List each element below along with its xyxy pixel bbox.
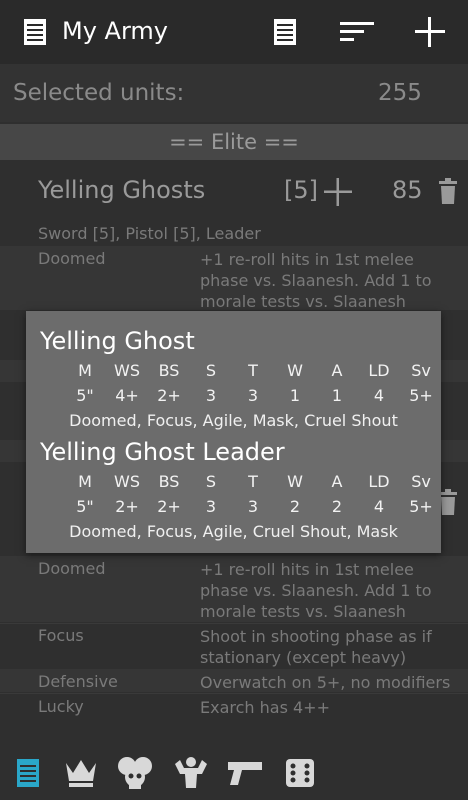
stat-value: 3 (247, 497, 259, 516)
stat-header: W (287, 361, 303, 380)
profile-abilities: Doomed, Focus, Agile, Cruel Shout, Mask (69, 522, 398, 541)
profile-name: Yelling Ghost (40, 327, 195, 355)
rule-text: Overwatch on 5+, no modifiers (200, 673, 451, 692)
stat-value: 3 (205, 386, 217, 405)
stat-value: 4 (373, 386, 385, 405)
profile-name: Yelling Ghost Leader (40, 438, 285, 466)
stat-value: 1 (289, 386, 301, 405)
stat-value: 2+ (115, 497, 139, 516)
stat-header: BS (158, 361, 180, 380)
stat-header: S (205, 361, 217, 380)
strength-icon[interactable] (172, 756, 210, 790)
unit-wargear: Sword [5], Pistol [5], Leader (38, 224, 261, 243)
unit-name[interactable]: Yelling Ghosts (38, 176, 205, 204)
stat-header: M (78, 361, 92, 380)
section-header-label: == Elite == (169, 130, 299, 154)
skulls-icon[interactable] (116, 754, 154, 792)
stat-value: 2+ (157, 386, 181, 405)
list-icon[interactable] (14, 757, 42, 789)
stat-value: 2+ (157, 497, 181, 516)
stat-header: W (287, 472, 303, 491)
stat-header: BS (158, 472, 180, 491)
rule-name: Defensive (38, 672, 118, 691)
stat-header: Sv (411, 472, 431, 491)
trash-icon[interactable] (438, 177, 458, 205)
stat-header: A (331, 361, 343, 380)
stat-value: 4 (373, 497, 385, 516)
app-title: My Army (62, 17, 168, 45)
stat-value: 3 (247, 386, 259, 405)
rule-text: Exarch has 4++ (200, 698, 330, 717)
add-icon[interactable] (414, 16, 446, 48)
list-icon[interactable] (22, 18, 48, 46)
add-model-icon[interactable] (322, 176, 354, 208)
stat-header: A (331, 472, 343, 491)
crown-icon[interactable] (64, 756, 98, 790)
selected-units-label: Selected units: (13, 80, 185, 106)
stat-value: 4+ (115, 386, 139, 405)
selected-units-value: 255 (378, 80, 422, 106)
stat-header: WS (114, 472, 140, 491)
stat-value: 5+ (409, 386, 433, 405)
rule-text: Shoot in shooting phase as if stationary… (200, 627, 432, 667)
stat-header: M (78, 472, 92, 491)
stat-header: LD (368, 472, 390, 491)
dice-icon[interactable] (284, 757, 316, 789)
rule-name: Doomed (38, 559, 106, 578)
rule-name: Lucky (38, 697, 84, 716)
section-header[interactable]: == Elite == (0, 124, 468, 160)
stat-value: 1 (331, 386, 343, 405)
stat-header: T (248, 472, 258, 491)
stat-header: S (205, 472, 217, 491)
document-icon[interactable] (272, 18, 298, 46)
stat-header: T (248, 361, 258, 380)
stat-value: 3 (205, 497, 217, 516)
stat-header: Sv (411, 361, 431, 380)
rule-name: Doomed (38, 249, 106, 268)
rule-name: Focus (38, 626, 84, 645)
stat-value: 2 (331, 497, 343, 516)
unit-count: [5] (284, 176, 318, 204)
stat-value: 5" (76, 386, 94, 405)
stat-value: 2 (289, 497, 301, 516)
sort-icon[interactable] (340, 20, 376, 44)
rule-text: +1 re-roll hits in 1st melee phase vs. S… (200, 250, 432, 311)
stat-value: 5" (76, 497, 94, 516)
profile-popup[interactable]: Yelling Ghost M WS BS S T W A LD Sv 5" 4… (26, 311, 441, 553)
stat-header: WS (114, 361, 140, 380)
rule-text: +1 re-roll hits in 1st melee phase vs. S… (200, 560, 432, 621)
stat-header: LD (368, 361, 390, 380)
unit-points: 85 (392, 176, 423, 204)
pistol-icon[interactable] (226, 759, 264, 787)
stat-value: 5+ (409, 497, 433, 516)
profile-abilities: Doomed, Focus, Agile, Mask, Cruel Shout (69, 411, 398, 430)
